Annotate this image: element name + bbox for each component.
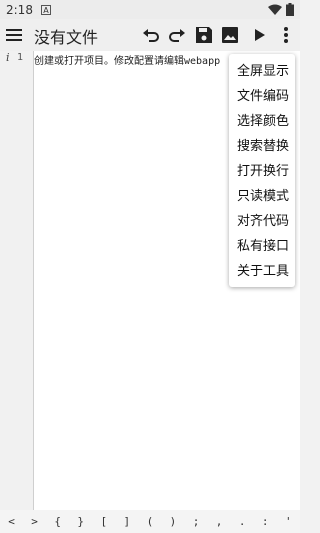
overflow-menu: 全屏显示 文件编码 选择颜色 搜索替换 打开换行 只读模式 对齐代码 私有接口 … <box>229 54 295 287</box>
undo-icon[interactable] <box>141 25 161 45</box>
symbol-key[interactable]: . <box>232 515 252 528</box>
status-time: 2:18 <box>6 2 33 17</box>
menu-item-word-wrap[interactable]: 打开换行 <box>229 159 295 184</box>
more-vert-icon[interactable] <box>276 25 296 45</box>
symbol-key[interactable]: ' <box>278 515 298 528</box>
save-icon[interactable] <box>194 25 214 45</box>
symbol-bar: < > { } [ ] ( ) ; , . : ' <box>0 510 300 533</box>
status-bar: 2:18 A <box>0 0 300 19</box>
symbol-key[interactable]: : <box>255 515 275 528</box>
image-icon[interactable] <box>220 25 240 45</box>
symbol-key[interactable]: [ <box>94 515 114 528</box>
menu-item-fullscreen[interactable]: 全屏显示 <box>229 59 295 84</box>
symbol-key[interactable]: > <box>25 515 45 528</box>
symbol-key[interactable]: ] <box>117 515 137 528</box>
symbol-key[interactable]: } <box>71 515 91 528</box>
line-gutter: i 1 <box>0 51 34 510</box>
symbol-key[interactable]: ( <box>140 515 160 528</box>
app-toolbar: 没有文件 <box>0 19 300 51</box>
menu-icon[interactable] <box>6 26 24 44</box>
page-title: 没有文件 <box>34 28 99 47</box>
wifi-icon <box>268 4 282 15</box>
menu-item-file-encoding[interactable]: 文件编码 <box>229 84 295 109</box>
notification-icon: A <box>40 4 51 15</box>
symbol-key[interactable]: ) <box>163 515 183 528</box>
menu-item-read-only[interactable]: 只读模式 <box>229 184 295 209</box>
menu-item-search-replace[interactable]: 搜索替换 <box>229 134 295 159</box>
menu-item-pick-color[interactable]: 选择颜色 <box>229 109 295 134</box>
menu-item-align-code[interactable]: 对齐代码 <box>229 209 295 234</box>
menu-item-about[interactable]: 关于工具 <box>229 259 295 284</box>
battery-icon <box>286 3 294 16</box>
status-indicators <box>268 3 294 16</box>
menu-item-private-api[interactable]: 私有接口 <box>229 234 295 259</box>
symbol-key[interactable]: { <box>48 515 68 528</box>
symbol-key[interactable]: ; <box>186 515 206 528</box>
play-icon[interactable] <box>249 25 269 45</box>
symbol-key[interactable]: , <box>209 515 229 528</box>
info-marker: i <box>6 51 10 64</box>
redo-icon[interactable] <box>167 25 187 45</box>
symbol-key[interactable]: < <box>2 515 22 528</box>
line-number: 1 <box>17 52 24 63</box>
